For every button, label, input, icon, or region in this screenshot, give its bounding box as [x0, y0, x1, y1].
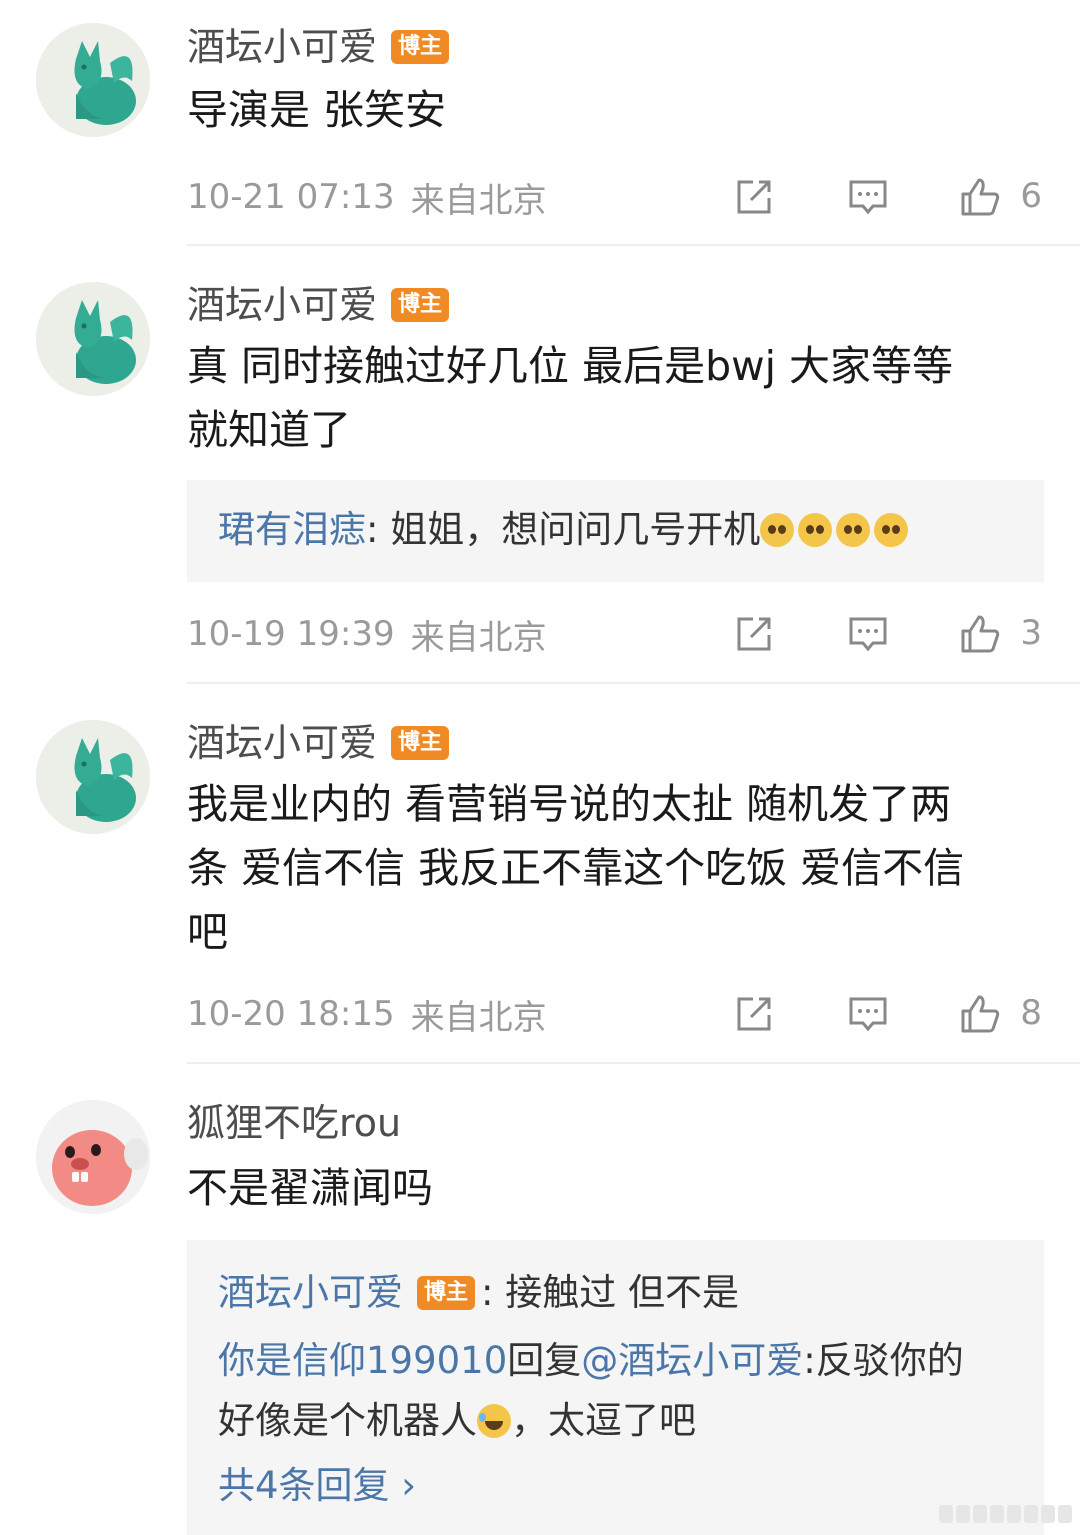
- reply-text: 好像是个机器人: [218, 1399, 477, 1442]
- avatar[interactable]: [36, 23, 150, 137]
- laughing-tears-icon: [477, 1404, 511, 1438]
- timestamp: 10-20 18:15: [187, 994, 395, 1034]
- comment-text-line: 条 爱信不信 我反正不靠这个吃饭 爱信不信: [187, 844, 965, 892]
- share-icon[interactable]: [731, 611, 777, 657]
- comment-item: 酒坛小可爱 博主 导演是 张笑安 10-21 07:13 来自北京 6: [0, 0, 1080, 246]
- comment-item: 酒坛小可爱 博主 真 同时接触过好几位 最后是bwj 大家等等 就知道了 珺有泪…: [0, 246, 1080, 684]
- location: 来自北京: [410, 180, 547, 221]
- comment-item: 狐狸不吃rou 不是翟潇闻吗 酒坛小可爱 博主: 接触过 但不是 你是信仰1990…: [0, 1064, 1080, 1535]
- timestamp: 10-21 07:13: [187, 177, 395, 217]
- jade-fox-avatar: [36, 23, 150, 137]
- reply-verb: 回复: [507, 1339, 582, 1382]
- comment-icon[interactable]: [845, 611, 891, 657]
- reply-preview[interactable]: 珺有泪痣: 姐姐，想问问几号开机: [187, 480, 1044, 582]
- author-row: 酒坛小可爱 博主: [187, 286, 450, 324]
- location: 来自北京: [410, 617, 547, 658]
- jade-fox-avatar: [36, 282, 150, 396]
- comment-text-line: 就知道了: [187, 406, 351, 454]
- avatar[interactable]: [36, 720, 150, 834]
- like-icon[interactable]: [957, 991, 1003, 1037]
- pleading-face-icon: [798, 513, 833, 547]
- jade-fox-avatar: [36, 720, 150, 834]
- like-count: 8: [1020, 993, 1042, 1033]
- comment-text-line: 吧: [187, 908, 228, 956]
- watermark: [939, 1505, 1072, 1523]
- comment-item: 酒坛小可爱 博主 我是业内的 看营销号说的太扯 随机发了两 条 爱信不信 我反正…: [0, 684, 1080, 1064]
- author-name[interactable]: 酒坛小可爱: [187, 286, 377, 324]
- author-row: 酒坛小可爱 博主: [187, 724, 450, 762]
- reply-separator: :: [366, 508, 379, 551]
- comment-text: 我是业内的 看营销号说的太扯 随机发了两 条 爱信不信 我反正不靠这个吃饭 爱信…: [187, 772, 1047, 964]
- pink-beaver-avatar: [36, 1100, 150, 1214]
- comment-meta: 10-21 07:13 来自北京 6: [187, 172, 1044, 222]
- timestamp: 10-19 19:39: [187, 614, 395, 654]
- reply-line: 酒坛小可爱 博主: 接触过 但不是: [218, 1265, 739, 1321]
- comment-icon[interactable]: [845, 174, 891, 220]
- like-count: 6: [1020, 176, 1042, 216]
- blogger-badge: 博主: [417, 1276, 476, 1310]
- reply-line: 好像是个机器人 ，太逗了吧: [218, 1393, 696, 1449]
- reply-text: 姐姐，想问问几号开机: [378, 508, 761, 551]
- blogger-badge: 博主: [391, 30, 450, 64]
- author-name[interactable]: 狐狸不吃rou: [187, 1104, 401, 1142]
- pleading-face-icon: [874, 513, 909, 547]
- mention-link[interactable]: @酒坛小可爱: [581, 1339, 803, 1382]
- blogger-badge: 博主: [391, 288, 450, 322]
- reply-preview[interactable]: 酒坛小可爱 博主: 接触过 但不是 你是信仰199010回复@酒坛小可爱:反驳你的…: [187, 1240, 1044, 1535]
- comment-text-line: 我是业内的 看营销号说的太扯 随机发了两: [187, 780, 952, 828]
- like-icon[interactable]: [957, 611, 1003, 657]
- avatar[interactable]: [36, 282, 150, 396]
- pleading-face-icon: [836, 513, 871, 547]
- blogger-badge: 博主: [391, 726, 450, 760]
- reply-text: : 接触过 但不是: [481, 1271, 740, 1314]
- comment-meta: 10-20 18:15 来自北京 8: [187, 989, 1044, 1039]
- like-count: 3: [1020, 613, 1042, 653]
- author-row: 酒坛小可爱 博主: [187, 28, 450, 66]
- comment-text: 不是翟潇闻吗: [187, 1164, 433, 1212]
- comment-icon[interactable]: [845, 991, 891, 1037]
- author-name[interactable]: 酒坛小可爱: [187, 28, 377, 66]
- reply-line: 珺有泪痣: 姐姐，想问问几号开机: [218, 502, 912, 558]
- more-replies-link[interactable]: 共4条回复 ›: [218, 1458, 416, 1514]
- reply-author[interactable]: 你是信仰199010: [218, 1339, 507, 1382]
- reply-line: 你是信仰199010回复@酒坛小可爱:反驳你的: [218, 1333, 964, 1389]
- like-icon[interactable]: [957, 174, 1003, 220]
- reply-text: :反驳你的: [803, 1339, 964, 1382]
- comment-text: 真 同时接触过好几位 最后是bwj 大家等等 就知道了: [187, 334, 1047, 462]
- reply-text: ，太逗了吧: [511, 1399, 696, 1442]
- reply-author[interactable]: 珺有泪痣: [218, 508, 366, 551]
- avatar[interactable]: [36, 1100, 150, 1214]
- comment-meta: 10-19 19:39 来自北京 3: [187, 609, 1044, 659]
- share-icon[interactable]: [731, 991, 777, 1037]
- author-name[interactable]: 酒坛小可爱: [187, 724, 377, 762]
- location: 来自北京: [410, 997, 547, 1038]
- comment-text: 导演是 张笑安: [187, 86, 447, 134]
- pleading-face-icon: [760, 513, 795, 547]
- reply-author[interactable]: 酒坛小可爱: [218, 1271, 403, 1314]
- share-icon[interactable]: [731, 174, 777, 220]
- comment-text-line: 真 同时接触过好几位 最后是bwj 大家等等: [187, 342, 954, 390]
- author-row: 狐狸不吃rou: [187, 1104, 401, 1142]
